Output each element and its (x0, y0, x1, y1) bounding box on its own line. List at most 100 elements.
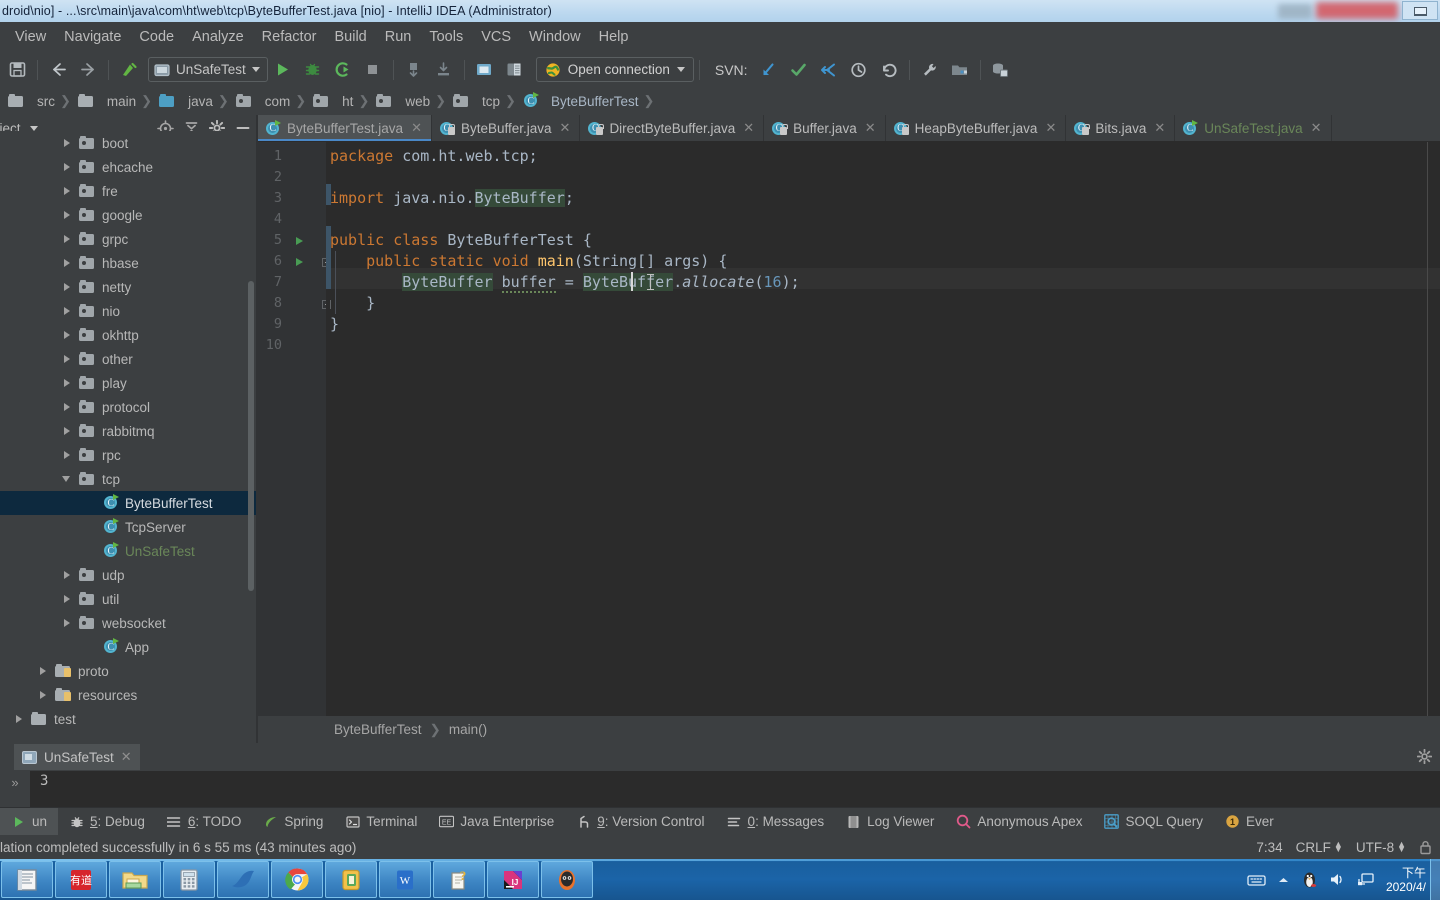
tree-row[interactable]: websocket (0, 611, 256, 635)
tree-row[interactable]: ehcache (0, 155, 256, 179)
menu-item-navigate[interactable]: Navigate (55, 26, 130, 48)
close-icon[interactable]: ✕ (743, 120, 754, 136)
chevron-right-icon[interactable] (62, 402, 73, 413)
encoding-selector[interactable]: UTF-8 ▲ ▼ (1356, 840, 1406, 855)
debug-button[interactable] (298, 56, 328, 84)
svn-merge-icon[interactable] (814, 56, 844, 84)
tree-row[interactable]: hbase (0, 251, 256, 275)
close-icon[interactable]: ✕ (121, 749, 132, 765)
tool-window-button[interactable]: 9: Version Control (565, 808, 715, 836)
open-file-icon[interactable] (470, 56, 500, 84)
tree-row[interactable]: grpc (0, 227, 256, 251)
tree-row[interactable]: rpc (0, 443, 256, 467)
taskbar-item-app-icon[interactable] (541, 861, 593, 898)
taskbar-item-explorer-icon[interactable] (109, 861, 161, 898)
project-files-icon[interactable] (945, 56, 975, 84)
chevron-right-icon[interactable] (62, 138, 73, 149)
tree-row[interactable]: udp (0, 563, 256, 587)
taskbar-item-chrome-icon[interactable] (271, 861, 323, 898)
penguin-icon[interactable] (1301, 870, 1318, 889)
chevron-right-icon[interactable] (62, 570, 73, 581)
chevron-right-icon[interactable] (62, 210, 73, 221)
code-editor[interactable]: 1 2 3 4 5 6 7 8 9 10 package com.ht.web. (258, 142, 1440, 743)
menu-item-refactor[interactable]: Refactor (253, 26, 326, 48)
close-icon[interactable]: ✕ (865, 120, 876, 136)
tree-row[interactable]: C TcpServer (0, 515, 256, 539)
tree-row[interactable]: boot (0, 131, 256, 155)
project-tree[interactable]: boot ehcache fre google grpc hbase netty nio okh… (0, 131, 256, 733)
last-edit-location-icon[interactable] (114, 56, 144, 84)
breadcrumb-item-tcp[interactable]: tcp (449, 93, 502, 109)
chevron-right-icon[interactable] (62, 306, 73, 317)
run-method-gutter-icon[interactable] (296, 258, 303, 266)
tree-row[interactable]: okhttp (0, 323, 256, 347)
tool-window-button[interactable]: 1 Ever (1214, 808, 1285, 836)
taskbar-item-intellij-icon[interactable]: IJ (487, 861, 539, 898)
taskbar-item-youdao-icon[interactable]: 有道 (55, 861, 107, 898)
update-project-icon[interactable] (399, 56, 429, 84)
lock-icon[interactable] (1419, 840, 1432, 855)
svn-history-icon[interactable] (844, 56, 874, 84)
svn-update-icon[interactable] (754, 56, 784, 84)
menu-item-analyze[interactable]: Analyze (183, 26, 253, 48)
breadcrumb-item-ht[interactable]: ht (309, 93, 355, 109)
close-icon[interactable]: ✕ (560, 120, 571, 136)
save-all-icon[interactable] (2, 56, 32, 84)
close-icon[interactable]: ✕ (1311, 120, 1322, 136)
chevron-right-icon[interactable] (62, 282, 73, 293)
code-content[interactable]: package com.ht.web.tcp; import java.nio.… (330, 142, 1440, 743)
tree-row[interactable]: proto (0, 659, 256, 683)
console-output[interactable]: 3 (30, 771, 1440, 807)
tree-row[interactable]: C ByteBufferTest (0, 491, 256, 515)
chevron-up-icon[interactable] (1277, 875, 1290, 885)
taskbar-clock[interactable]: 下午 2020/4/ (1386, 866, 1434, 894)
tool-window-button[interactable]: 0: Messages (716, 808, 836, 836)
chevron-right-icon[interactable] (62, 234, 73, 245)
tree-row[interactable]: fre (0, 179, 256, 203)
navigate-forward-icon[interactable] (73, 56, 103, 84)
tree-row[interactable]: netty (0, 275, 256, 299)
taskbar-item-notepad-icon[interactable] (1, 861, 53, 898)
editor-tab[interactable]: C ByteBufferTest.java ✕ (258, 115, 432, 141)
run-configuration-selector[interactable]: UnSafeTest (148, 57, 268, 82)
chevron-right-icon[interactable] (14, 714, 25, 725)
navigate-back-icon[interactable] (43, 56, 73, 84)
tool-window-button[interactable]: un (0, 807, 59, 836)
taskbar-item-wps-icon[interactable]: W (379, 861, 431, 898)
chevron-right-icon[interactable] (62, 162, 73, 173)
run-button[interactable] (268, 56, 298, 84)
chevron-right-icon[interactable] (62, 330, 73, 341)
editor-tab[interactable]: C Bits.java ✕ (1066, 115, 1176, 141)
close-icon[interactable]: ✕ (1154, 120, 1165, 136)
editor-tab[interactable]: C Buffer.java ✕ (764, 115, 886, 141)
tool-window-button[interactable]: Anonymous Apex (945, 808, 1093, 836)
tool-window-button[interactable]: 6: TODO (156, 808, 253, 836)
editor-gutter[interactable]: 1 2 3 4 5 6 7 8 9 10 (258, 142, 331, 743)
tree-row[interactable]: C UnSafeTest (0, 539, 256, 563)
breadcrumb-item-web[interactable]: web (372, 93, 432, 109)
show-desktop-button[interactable] (1430, 859, 1440, 900)
tool-window-button[interactable]: Terminal (334, 808, 428, 836)
editor-tab[interactable]: C UnSafeTest.java ✕ (1175, 115, 1332, 141)
menu-item-help[interactable]: Help (590, 26, 638, 48)
editor-tab[interactable]: C ByteBuffer.java ✕ (432, 115, 581, 141)
menu-item-view[interactable]: View (6, 26, 55, 48)
chevron-right-icon[interactable] (62, 450, 73, 461)
run-class-gutter-icon[interactable] (296, 237, 303, 245)
chevron-right-icon[interactable] (62, 186, 73, 197)
tool-window-button[interactable]: EE Java Enterprise (428, 808, 565, 836)
run-tab-unsafetest[interactable]: UnSafeTest ✕ (14, 744, 140, 770)
menu-item-code[interactable]: Code (130, 26, 183, 48)
keyboard-icon[interactable] (1247, 873, 1266, 887)
editor-tab[interactable]: C HeapByteBuffer.java ✕ (886, 115, 1067, 141)
chevron-down-icon[interactable] (29, 125, 38, 131)
close-icon[interactable]: ✕ (1045, 120, 1056, 136)
chevron-right-icon[interactable] (62, 594, 73, 605)
svn-revert-icon[interactable] (874, 56, 904, 84)
chevron-right-icon[interactable] (38, 690, 49, 701)
breadcrumb-method-label[interactable]: main() (449, 722, 487, 737)
tree-row[interactable]: google (0, 203, 256, 227)
chevron-right-icon[interactable] (62, 618, 73, 629)
menu-item-vcs[interactable]: VCS (472, 26, 520, 48)
open-connection-button[interactable]: Open connection (535, 57, 694, 82)
